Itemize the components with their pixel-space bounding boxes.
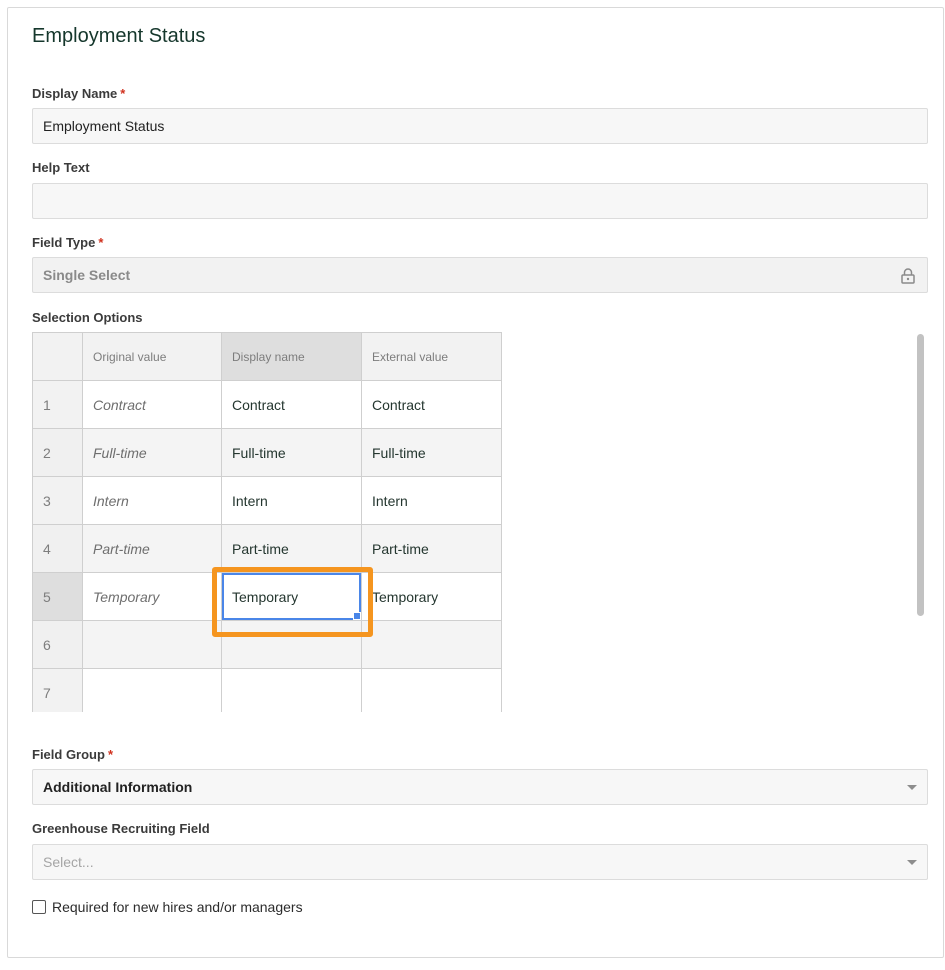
external-value-cell[interactable] — [361, 668, 502, 712]
external-value-cell[interactable]: Full-time — [361, 428, 502, 477]
row-number[interactable]: 5 — [32, 572, 83, 621]
lock-icon — [901, 268, 915, 284]
row-number[interactable]: 6 — [32, 620, 83, 669]
required-marker: * — [98, 235, 104, 250]
required-marker: * — [120, 86, 126, 101]
recruiting-field-placeholder: Select... — [43, 854, 94, 870]
original-value-cell: Temporary — [82, 572, 222, 621]
options-table: Original value Display name External val… — [32, 332, 502, 712]
required-checkbox-label[interactable]: Required for new hires and/or managers — [52, 899, 303, 915]
field-type-input: Single Select — [32, 257, 928, 293]
table-row: 4 Part-time Part-time Part-time — [32, 524, 502, 573]
original-value-cell: Full-time — [82, 428, 222, 477]
external-value-cell[interactable]: Intern — [361, 476, 502, 525]
help-text-input[interactable] — [32, 183, 928, 219]
recruiting-field-label: Greenhouse Recruiting Field — [32, 821, 210, 836]
display-name-cell-selected[interactable]: Temporary — [221, 572, 362, 621]
external-value-cell[interactable]: Part-time — [361, 524, 502, 573]
table-row: 1 Contract Contract Contract — [32, 380, 502, 429]
selection-options-label: Selection Options — [32, 310, 143, 325]
field-type-value: Single Select — [43, 267, 131, 283]
field-group-label: Field Group * — [32, 747, 113, 762]
page-title: Employment Status — [32, 25, 206, 47]
external-value-cell[interactable]: Contract — [361, 380, 502, 429]
table-row: 5 Temporary Temporary Temporary — [32, 572, 502, 621]
required-checkbox-row[interactable]: Required for new hires and/or managers — [32, 899, 303, 915]
column-header-external[interactable]: External value — [361, 332, 502, 381]
table-row: 3 Intern Intern Intern — [32, 476, 502, 525]
display-name-cell[interactable]: Intern — [221, 476, 362, 525]
row-number[interactable]: 4 — [32, 524, 83, 573]
recruiting-field-select[interactable]: Select... — [32, 844, 928, 880]
display-name-label-text: Display Name — [32, 86, 118, 101]
display-name-cell[interactable]: Contract — [221, 380, 362, 429]
field-type-label-text: Field Type — [32, 235, 96, 250]
display-name-cell[interactable] — [221, 620, 362, 669]
display-name-cell[interactable]: Part-time — [221, 524, 362, 573]
help-text-label: Help Text — [32, 160, 90, 175]
original-value-cell — [82, 620, 222, 669]
fill-handle[interactable] — [353, 612, 361, 620]
column-header-display[interactable]: Display name — [221, 332, 362, 381]
field-type-label: Field Type * — [32, 235, 103, 250]
chevron-down-icon — [907, 860, 917, 865]
original-value-cell — [82, 668, 222, 712]
cell-selection-box — [222, 573, 361, 620]
display-name-input[interactable]: Employment Status — [32, 108, 928, 144]
required-checkbox[interactable] — [32, 900, 46, 914]
display-name-cell[interactable]: Full-time — [221, 428, 362, 477]
table-row: 2 Full-time Full-time Full-time — [32, 428, 502, 477]
field-group-label-text: Field Group — [32, 747, 105, 762]
chevron-down-icon — [907, 785, 917, 790]
table-row: 6 — [32, 620, 502, 669]
row-number[interactable]: 1 — [32, 380, 83, 429]
table-row: 7 — [32, 668, 502, 712]
selection-options-grid: Original value Display name External val… — [32, 332, 928, 712]
display-name-cell[interactable] — [221, 668, 362, 712]
original-value-cell: Contract — [82, 380, 222, 429]
required-marker: * — [107, 747, 114, 762]
display-name-label: Display Name * — [32, 86, 125, 101]
row-number[interactable]: 7 — [32, 668, 83, 712]
row-number[interactable]: 3 — [32, 476, 83, 525]
row-number[interactable]: 2 — [32, 428, 83, 477]
field-group-select[interactable]: Additional Information — [32, 769, 928, 805]
corner-header — [32, 332, 83, 381]
column-header-original[interactable]: Original value — [82, 332, 222, 381]
field-group-value: Additional Information — [43, 779, 193, 795]
scrollbar-thumb[interactable] — [917, 334, 924, 616]
grid-scrollbar[interactable] — [915, 332, 927, 712]
external-value-cell[interactable]: Temporary — [361, 572, 502, 621]
original-value-cell: Part-time — [82, 524, 222, 573]
external-value-cell[interactable] — [361, 620, 502, 669]
original-value-cell: Intern — [82, 476, 222, 525]
